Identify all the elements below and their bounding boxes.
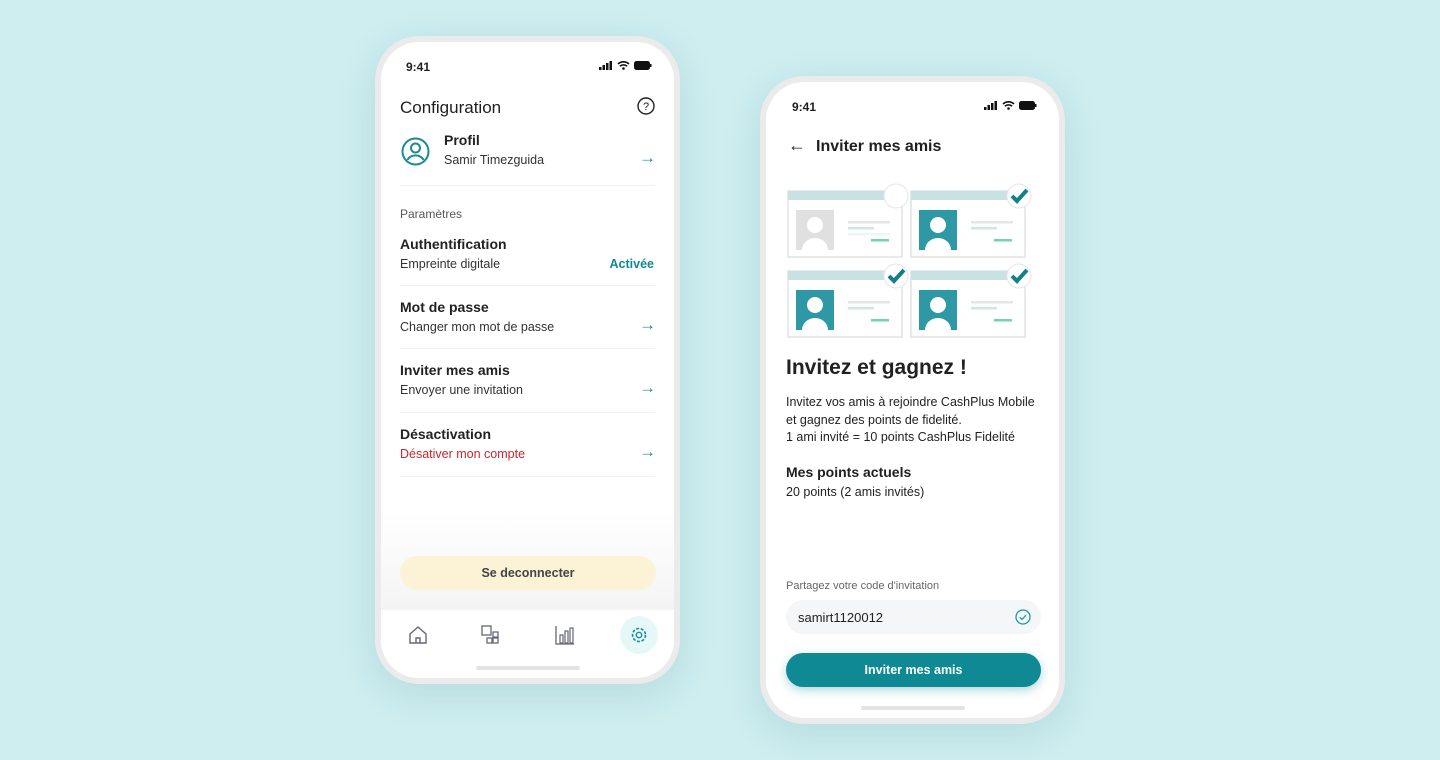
page-title: Configuration [400,98,502,117]
divider [400,476,655,477]
profile-name: Samir Timezguida [444,153,545,167]
row-authentification[interactable]: Authentification Empreinte digitale Acti… [400,236,656,286]
friend-card-invited [787,263,909,338]
check-circle-icon [1015,609,1031,625]
wifi-icon [1002,101,1015,110]
home-indicator [475,666,580,670]
divider [400,285,655,286]
wifi-icon [617,61,630,70]
friend-card-invited [910,263,1032,338]
invite-description: Invitez vos amis à rejoindre CashPlus Mo… [786,394,1035,447]
divider [400,412,655,413]
row-subtitle: Empreinte digitale [400,257,501,271]
svg-text:?: ? [643,101,649,113]
status-time: 9:41 [792,100,817,114]
section-label: Paramètres [400,207,463,221]
points-title: Mes points actuels [786,464,912,480]
bottom-nav [381,610,674,678]
chart-icon[interactable] [553,623,577,647]
signal-icon [599,60,612,70]
invite-friends-button[interactable]: Inviter mes amis [786,653,1041,687]
status-time: 9:41 [406,60,431,74]
status-icons [984,100,1037,110]
user-icon [401,137,430,166]
description-line: et gagnez des points de fidelité. [786,412,962,427]
status-value: Activée [609,257,654,271]
row-title: Mot de passe [400,299,489,315]
profile-title: Profil [444,132,480,148]
friend-card-invited [910,183,1032,258]
battery-icon [1019,100,1037,110]
invite-code-field[interactable]: samirt1120012 [786,600,1041,634]
back-arrow-icon[interactable]: ← [788,135,806,156]
code-label: Partagez votre code d'invitation [786,580,940,592]
row-subtitle: Envoyer une invitation [400,383,523,397]
description-line: Invitez vos amis à rejoindre CashPlus Mo… [786,395,1035,409]
configuration-screen: 9:41 Configuration ? Profil Samir Timezg… [381,42,674,678]
arrow-right-icon: → [639,442,656,461]
arrow-right-icon: → [639,315,656,334]
invite-code-value: samirt1120012 [798,610,884,625]
row-invite[interactable]: Inviter mes amis Envoyer une invitation … [400,362,656,412]
signal-icon [984,100,997,110]
arrow-right-icon: → [639,378,656,397]
battery-icon [634,60,652,70]
home-icon[interactable] [406,623,430,647]
phone-invite: 9:41 ← Inviter mes amis Invitez et gagne… [760,76,1065,724]
row-deactivation[interactable]: Désactivation Désativer mon compte → [400,426,656,476]
invite-screen: 9:41 ← Inviter mes amis Invitez et gagne… [766,82,1059,718]
row-title: Authentification [400,236,507,252]
home-indicator [860,706,965,710]
row-subtitle: Désativer mon compte [400,447,526,461]
logout-button[interactable]: Se deconnecter [400,556,656,590]
arrow-right-icon: → [639,148,656,167]
invite-heading: Invitez et gagnez ! [786,356,967,379]
status-icons [599,60,652,70]
phone-configuration: 9:41 Configuration ? Profil Samir Timezg… [375,36,680,684]
profile-row[interactable]: Profil Samir Timezguida → [400,132,656,182]
invite-illustration [787,183,1032,338]
points-value: 20 points (2 amis invités) [786,485,925,499]
apps-icon[interactable] [479,623,503,647]
divider [400,348,655,349]
gear-icon[interactable] [620,616,658,654]
page-title: Inviter mes amis [816,138,942,155]
row-subtitle: Changer mon mot de passe [400,320,555,334]
divider [400,185,655,186]
row-title: Inviter mes amis [400,362,510,378]
row-password[interactable]: Mot de passe Changer mon mot de passe → [400,299,656,349]
friend-card-pending [787,183,909,258]
description-line: 1 ami invité = 10 points CashPlus Fideli… [786,430,1015,444]
question-circle-icon[interactable]: ? [637,97,655,120]
row-title: Désactivation [400,426,492,442]
